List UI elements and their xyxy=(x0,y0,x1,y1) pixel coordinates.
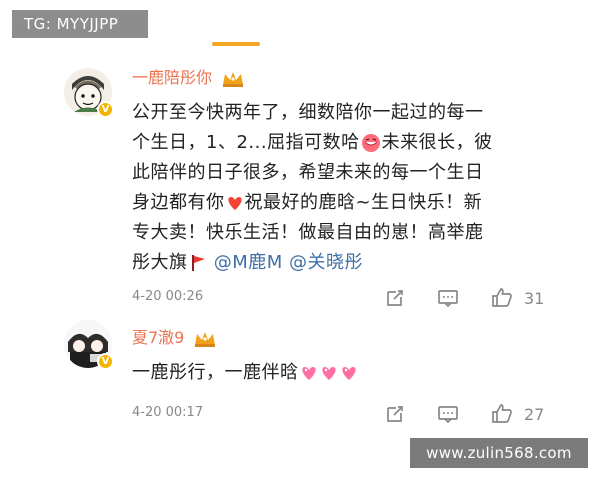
like-icon xyxy=(492,288,512,307)
comment-body: 一鹿彤行，一鹿伴晗 xyxy=(132,358,562,388)
like-icon xyxy=(492,404,512,423)
comment-feed: V 一鹿陪彤你 公开至今快两年了，细数陪你一起过的每一 个生日，1、2...屈指… xyxy=(14,50,586,442)
pink-heart-emoji xyxy=(301,367,316,380)
comment-line: 身边都有你 祝最好的鹿晗~生日快乐！新 xyxy=(132,192,483,213)
comment-time: 4-20 00:26 xyxy=(132,289,204,304)
comment-username[interactable]: 夏7澈9 xyxy=(132,326,217,350)
comment-username[interactable]: 一鹿陪彤你 xyxy=(132,66,245,90)
like-count: 31 xyxy=(524,288,545,308)
comment-time: 4-20 00:17 xyxy=(132,405,204,420)
red-heart-emoji xyxy=(227,197,242,210)
repost-button[interactable] xyxy=(384,402,406,426)
username-text: 一鹿陪彤你 xyxy=(132,68,213,87)
comment-meta: 4-20 00:26 31 xyxy=(132,286,572,310)
mention-link[interactable]: @关晓彤 xyxy=(289,252,363,273)
like-count: 27 xyxy=(524,404,545,424)
repost-button[interactable] xyxy=(384,286,406,310)
comment-line: 个生日，1、2...屈指可数哈 未来很长，彼 xyxy=(132,132,493,153)
comment-button[interactable] xyxy=(436,286,460,310)
site-watermark: www.zulin568.com xyxy=(410,438,588,468)
comment-line: 彤大旗 @M鹿M @关晓彤 xyxy=(132,252,364,273)
username-text: 夏7澈9 xyxy=(132,328,185,347)
like-button[interactable]: 31 xyxy=(490,286,544,310)
comment-icon xyxy=(438,290,458,308)
tg-watermark-label: TG: MYYJJPP xyxy=(12,10,148,38)
red-flag-emoji xyxy=(191,255,205,271)
comment-line: 公开至今快两年了，细数陪你一起过的每一 xyxy=(132,102,484,123)
crown-badge-icon xyxy=(195,331,216,347)
verified-badge-icon: V xyxy=(97,101,114,118)
repost-icon xyxy=(387,406,403,422)
like-button[interactable]: 27 xyxy=(490,402,544,426)
top-indicator-bar xyxy=(212,42,260,46)
comment-body: 公开至今快两年了，细数陪你一起过的每一 个生日，1、2...屈指可数哈 未来很长，… xyxy=(132,98,562,278)
comment-meta: 4-20 00:17 27 xyxy=(132,402,572,426)
avatar[interactable]: V xyxy=(64,68,114,118)
comment-text: 一鹿彤行，一鹿伴晗 xyxy=(132,362,299,383)
comment-line: 专大卖！快乐生活！做最自由的崽！高举鹿 xyxy=(132,222,484,243)
pink-heart-emoji xyxy=(341,367,356,380)
avatar[interactable]: V xyxy=(64,320,114,370)
laughing-emoji xyxy=(361,134,380,152)
comment-line: 此陪伴的日子很多，希望未来的每一个生日 xyxy=(132,162,484,183)
repost-icon xyxy=(387,290,403,306)
pink-heart-emoji xyxy=(321,367,336,380)
comment-icon xyxy=(438,406,458,424)
comment-button[interactable] xyxy=(436,402,460,426)
verified-badge-icon: V xyxy=(97,353,114,370)
crown-badge-icon xyxy=(223,71,244,87)
mention-link[interactable]: @M鹿M xyxy=(214,252,283,273)
